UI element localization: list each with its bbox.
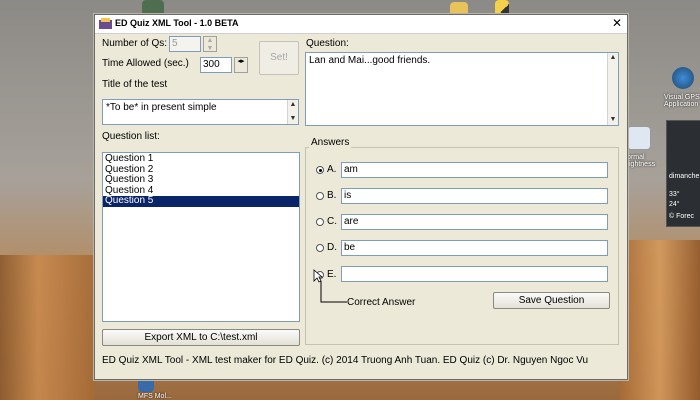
question-list-label: Question list: — [102, 131, 160, 142]
widget-day: dimanche — [669, 173, 700, 180]
question-scrollbar[interactable]: ▲ ▼ — [607, 53, 618, 125]
correct-answer-label: Correct Answer — [347, 297, 416, 308]
list-item[interactable]: Question 3 — [103, 174, 299, 186]
option-d-letter: D. — [327, 242, 337, 253]
time-allowed-field[interactable]: 300 — [200, 57, 232, 73]
widget-high: 33° — [669, 191, 680, 198]
scroll-up-icon[interactable]: ▲ — [288, 100, 298, 110]
num-qs-field: 5 — [169, 36, 201, 52]
set-button-label: Set! — [270, 52, 288, 63]
mfs-icon[interactable] — [138, 378, 154, 392]
option-e-letter: E. — [327, 269, 337, 280]
question-textarea[interactable]: Lan and Mai...good friends. ▲ ▼ — [305, 52, 619, 126]
answer-a-field[interactable]: am — [341, 162, 608, 178]
desktop-wood-left — [0, 255, 95, 400]
desktop-icon-label: MFS Mol... — [138, 393, 172, 400]
time-allowed-stepper[interactable]: ◂▸ — [234, 57, 248, 73]
app-window: ED Quiz XML Tool - 1.0 BETA ✕ Number of … — [94, 14, 628, 380]
window-title: ED Quiz XML Tool - 1.0 BETA — [115, 18, 239, 28]
num-qs-label: Number of Qs: — [102, 38, 168, 49]
widget-low: 24° — [669, 201, 680, 208]
app-logo-icon — [99, 18, 112, 29]
answers-label: Answers — [309, 137, 352, 148]
close-icon[interactable]: ✕ — [611, 17, 623, 30]
list-item[interactable]: Question 1 — [103, 153, 299, 165]
export-xml-label: Export XML to C:\test.xml — [144, 332, 258, 343]
widget-source: © Forec — [669, 213, 694, 220]
answer-b-field[interactable]: is — [341, 188, 608, 204]
scroll-up-icon[interactable]: ▲ — [608, 53, 618, 63]
num-qs-stepper[interactable]: ▲ ▼ — [203, 36, 217, 52]
radio-d[interactable] — [316, 244, 324, 252]
brightness-icon[interactable] — [627, 126, 651, 150]
test-title-field[interactable]: *To be* in present simple ▲ ▼ — [102, 99, 299, 125]
option-b-letter: B. — [327, 190, 337, 201]
num-qs-value: 5 — [172, 38, 178, 49]
set-button[interactable]: Set! — [259, 41, 299, 75]
time-allowed-label: Time Allowed (sec.) — [102, 58, 189, 69]
gps-app-icon[interactable] — [672, 67, 694, 89]
option-c-letter: C. — [327, 216, 337, 227]
save-question-label: Save Question — [518, 295, 585, 306]
test-title-scrollbar[interactable]: ▲ ▼ — [287, 100, 298, 124]
desktop-wood-right — [620, 240, 700, 400]
footer-text: ED Quiz XML Tool - XML test maker for ED… — [102, 355, 589, 366]
answer-c-value: are — [344, 216, 359, 227]
export-xml-button[interactable]: Export XML to C:\test.xml — [102, 329, 300, 346]
radio-b[interactable] — [316, 192, 324, 200]
answer-a-value: am — [344, 164, 358, 175]
save-question-button[interactable]: Save Question — [493, 292, 610, 309]
question-label: Question: — [306, 38, 349, 49]
desktop-icon-label: Visual GPS Application — [664, 94, 700, 108]
test-title-label: Title of the test — [102, 79, 168, 90]
answer-e-field[interactable] — [341, 266, 608, 282]
answer-c-field[interactable]: are — [341, 214, 608, 230]
correct-answer-pointer — [320, 281, 347, 303]
scroll-down-icon[interactable]: ▼ — [288, 114, 298, 124]
radio-a[interactable] — [316, 166, 324, 174]
list-item-selected[interactable]: Question 5 — [103, 195, 299, 207]
test-title-value: *To be* in present simple — [106, 102, 217, 113]
scroll-down-icon[interactable]: ▼ — [608, 115, 618, 125]
answer-b-value: is — [344, 190, 352, 201]
radio-c[interactable] — [316, 218, 324, 226]
desktop-icon-label: Normal Brightness — [622, 154, 656, 168]
title-bar[interactable]: ED Quiz XML Tool - 1.0 BETA ✕ — [95, 15, 627, 34]
question-text: Lan and Mai...good friends. — [309, 55, 431, 66]
answer-d-value: be — [344, 242, 356, 253]
time-allowed-value: 300 — [203, 59, 220, 70]
option-a-letter: A. — [327, 164, 337, 175]
question-list[interactable]: Question 1 Question 2 Question 3 Questio… — [102, 152, 300, 322]
weather-widget[interactable]: dimanche 33° 24° © Forec — [666, 120, 700, 227]
answer-d-field[interactable]: be — [341, 240, 608, 256]
